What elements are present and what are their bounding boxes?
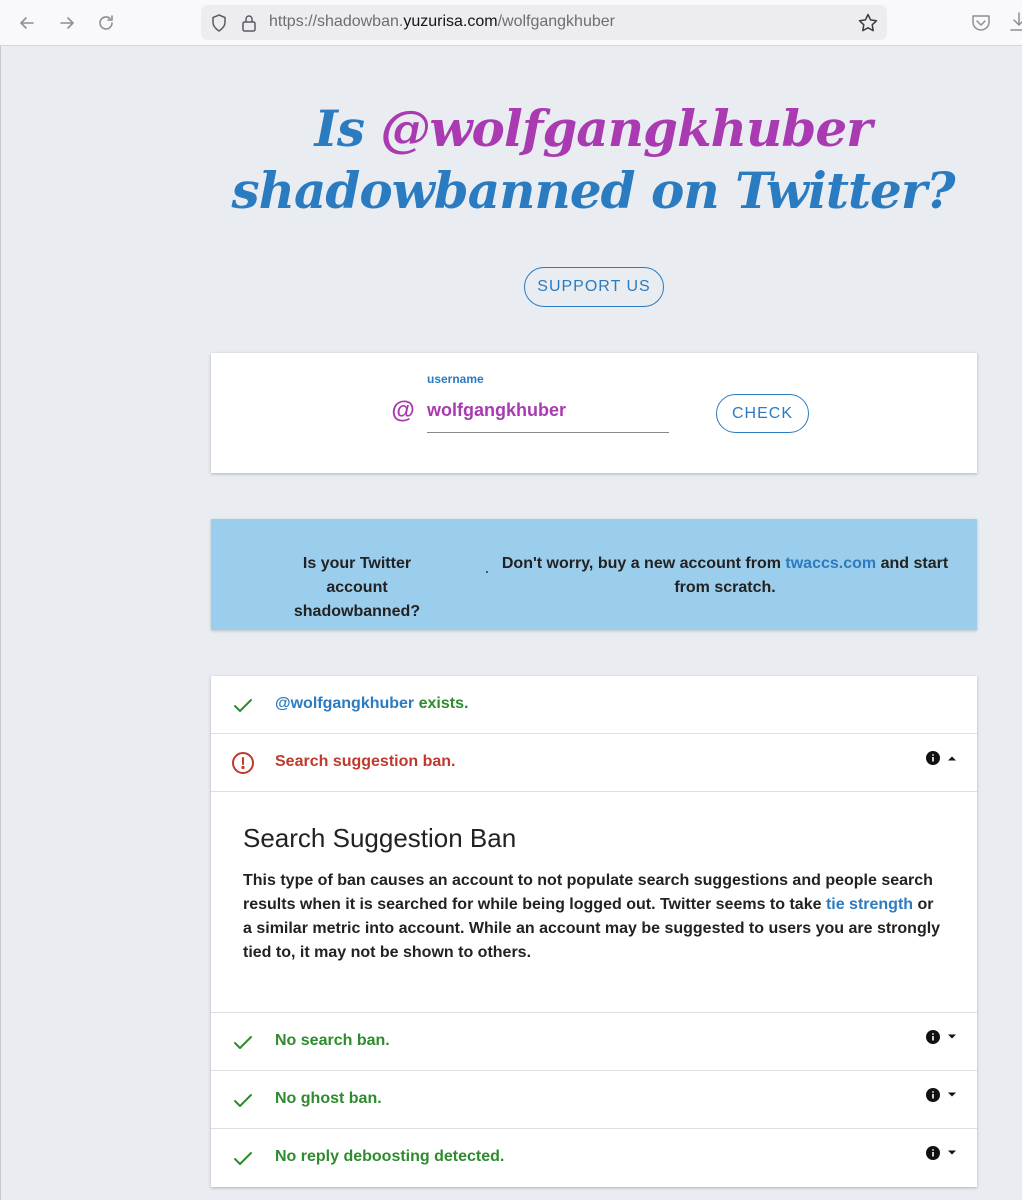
info-icon[interactable] xyxy=(926,1030,940,1044)
ad-right-text: Don't worry, buy a new account from twac… xyxy=(496,552,954,600)
result-text-ghost-ban: No ghost ban. xyxy=(275,1090,382,1107)
result-row-reply-deboosting[interactable]: No reply deboosting detected. xyxy=(211,1129,977,1187)
arrow-right-icon xyxy=(60,17,74,29)
reload-button[interactable] xyxy=(91,8,121,38)
forward-button[interactable] xyxy=(52,8,82,38)
suggestion-ban-details: Search Suggestion Ban This type of ban c… xyxy=(211,793,977,1013)
result-row-exists: @wolfgangkhuber exists. xyxy=(211,676,977,734)
results-card: @wolfgangkhuber exists. Search suggestio… xyxy=(211,676,977,1187)
exists-suffix: exists. xyxy=(414,695,469,712)
lock-icon[interactable] xyxy=(239,13,259,33)
details-body: This type of ban causes an account to no… xyxy=(243,869,943,965)
info-icon[interactable] xyxy=(926,751,940,765)
result-text-exists: @wolfgangkhuber exists. xyxy=(275,695,468,713)
caret-down-icon[interactable] xyxy=(947,1092,957,1098)
url-path: /wolfgangkhuber xyxy=(497,13,615,30)
address-bar[interactable]: https://shadowban.yuzurisa.com/wolfgangk… xyxy=(201,5,887,40)
check-icon xyxy=(234,1094,252,1107)
reload-icon xyxy=(99,15,113,30)
back-button[interactable] xyxy=(12,8,42,38)
ad-left-text: Is your Twitter account shadowbanned? xyxy=(293,555,421,620)
tie-strength-link[interactable]: tie strength xyxy=(826,896,913,913)
pocket-icon[interactable] xyxy=(970,12,992,34)
result-text-suggestion-ban: Search suggestion ban. xyxy=(275,753,456,770)
result-text-reply-deboosting: No reply deboosting detected. xyxy=(275,1148,505,1165)
url-prefix: https://shadowban. xyxy=(269,13,404,30)
info-icon[interactable] xyxy=(926,1088,940,1102)
support-us-button[interactable]: SUPPORT US xyxy=(524,267,664,307)
exists-handle-link[interactable]: @wolfgangkhuber xyxy=(275,695,414,712)
page-border xyxy=(0,46,1,1200)
alert-circle-icon xyxy=(232,752,254,774)
star-icon[interactable] xyxy=(857,12,879,34)
check-icon xyxy=(234,699,252,712)
ad-separator-dot xyxy=(486,571,488,573)
arrow-left-icon xyxy=(20,17,34,29)
at-sign: @ xyxy=(391,397,415,424)
result-text-search-ban: No search ban. xyxy=(275,1032,390,1049)
result-row-search-ban[interactable]: No search ban. xyxy=(211,1013,977,1071)
page-headline: Is @wolfgangkhuber shadowbanned on Twitt… xyxy=(200,98,986,222)
browser-toolbar: https://shadowban.yuzurisa.com/wolfgangk… xyxy=(0,0,1022,46)
headline-line2: shadowbanned on Twitter? xyxy=(231,161,956,220)
headline-prefix: Is xyxy=(314,99,381,158)
username-form-card: @ username CHECK xyxy=(211,353,977,473)
twaccs-link[interactable]: twaccs.com xyxy=(785,555,876,572)
result-row-ghost-ban[interactable]: No ghost ban. xyxy=(211,1071,977,1129)
headline-handle: @wolfgangkhuber xyxy=(380,99,872,158)
caret-down-icon[interactable] xyxy=(947,1150,957,1156)
download-icon[interactable] xyxy=(1008,10,1022,34)
caret-down-icon[interactable] xyxy=(947,1034,957,1040)
url-text[interactable]: https://shadowban.yuzurisa.com/wolfgangk… xyxy=(269,13,615,31)
result-row-suggestion-ban[interactable]: Search suggestion ban. xyxy=(211,734,977,792)
check-icon xyxy=(234,1036,252,1049)
username-input[interactable] xyxy=(427,395,669,433)
ad-text-before: Don't worry, buy a new account from xyxy=(501,555,786,572)
shield-icon[interactable] xyxy=(209,13,229,33)
details-title: Search Suggestion Ban xyxy=(243,823,517,853)
url-domain: yuzurisa.com xyxy=(403,13,498,30)
ad-banner: Is your Twitter account shadowbanned? Do… xyxy=(211,519,977,630)
info-icon[interactable] xyxy=(926,1146,940,1160)
username-label: username xyxy=(427,372,484,386)
caret-up-icon[interactable] xyxy=(947,755,957,761)
check-button[interactable]: CHECK xyxy=(716,394,809,433)
check-icon xyxy=(234,1152,252,1165)
